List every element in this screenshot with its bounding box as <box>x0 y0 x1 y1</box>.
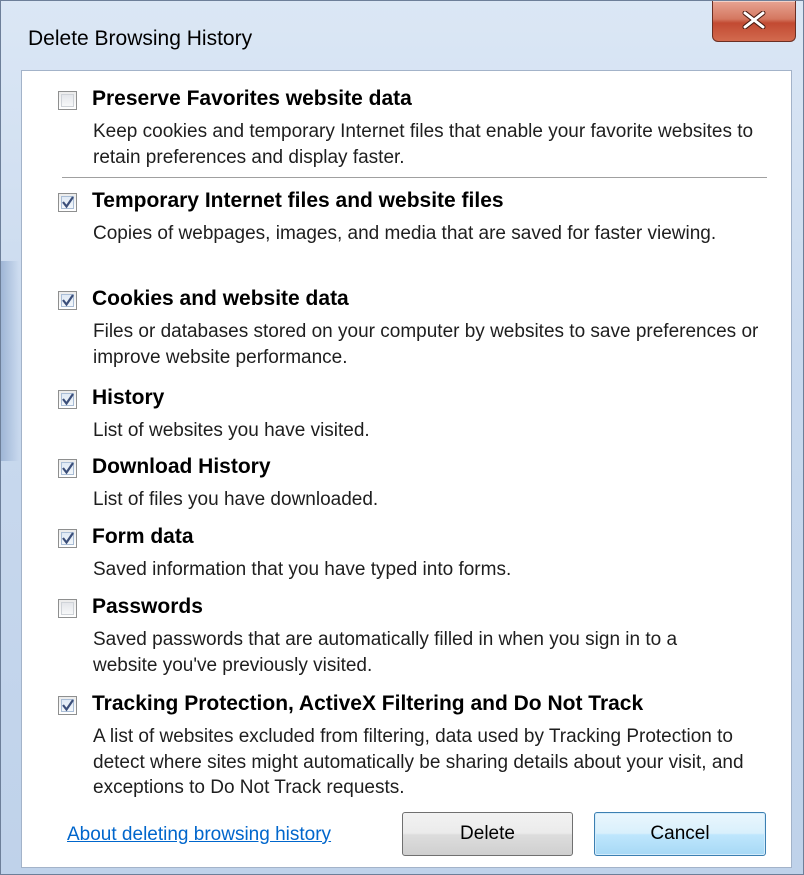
checkmark-icon <box>62 294 74 307</box>
tracking-protection-checkbox[interactable] <box>58 696 77 715</box>
frame-glow <box>1 261 19 461</box>
option-description: Files or databases stored on your comput… <box>93 321 759 368</box>
option-description: Keep cookies and temporary Internet file… <box>93 121 754 168</box>
preserve-favorites-checkbox[interactable] <box>58 91 77 110</box>
temporary-files-checkbox[interactable] <box>58 193 77 212</box>
checkmark-icon <box>62 393 74 406</box>
close-button[interactable] <box>712 1 796 42</box>
option-title: Download History <box>92 455 271 478</box>
option-title: Form data <box>92 525 194 548</box>
option-title: Tracking Protection, ActiveX Filtering a… <box>92 692 644 715</box>
download-history-checkbox[interactable] <box>58 459 77 478</box>
option-description: Copies of webpages, images, and media th… <box>93 223 717 244</box>
option-description: List of websites you have visited. <box>93 420 370 441</box>
option-title: Passwords <box>92 595 203 618</box>
delete-button[interactable]: Delete <box>402 812 573 856</box>
checkmark-icon <box>62 532 74 545</box>
cancel-button[interactable]: Cancel <box>594 812 766 856</box>
window-title: Delete Browsing History <box>28 27 253 50</box>
cookies-checkbox[interactable] <box>58 291 77 310</box>
option-description: Saved passwords that are automatically f… <box>93 629 678 676</box>
option-description: Saved information that you have typed in… <box>93 559 512 580</box>
option-description: List of files you have downloaded. <box>93 489 379 510</box>
close-icon <box>742 11 766 29</box>
checkmark-icon <box>62 699 74 712</box>
history-checkbox[interactable] <box>58 390 77 409</box>
option-title: Cookies and website data <box>92 287 349 310</box>
dialog-frame: Delete Browsing History Preserve Favorit… <box>0 0 804 875</box>
checkmark-icon <box>62 462 74 475</box>
option-description: A list of websites excluded from filteri… <box>93 726 744 798</box>
about-deleting-history-link[interactable]: About deleting browsing history <box>67 824 331 846</box>
option-title: History <box>92 386 165 409</box>
option-title: Temporary Internet files and website fil… <box>92 189 504 212</box>
checkmark-icon <box>62 196 74 209</box>
title-bar: Delete Browsing History <box>1 1 803 69</box>
passwords-checkbox[interactable] <box>58 599 77 618</box>
separator <box>62 177 767 178</box>
option-title: Preserve Favorites website data <box>92 87 412 110</box>
form-data-checkbox[interactable] <box>58 529 77 548</box>
dialog-content: Preserve Favorites website data Keep coo… <box>21 70 792 868</box>
